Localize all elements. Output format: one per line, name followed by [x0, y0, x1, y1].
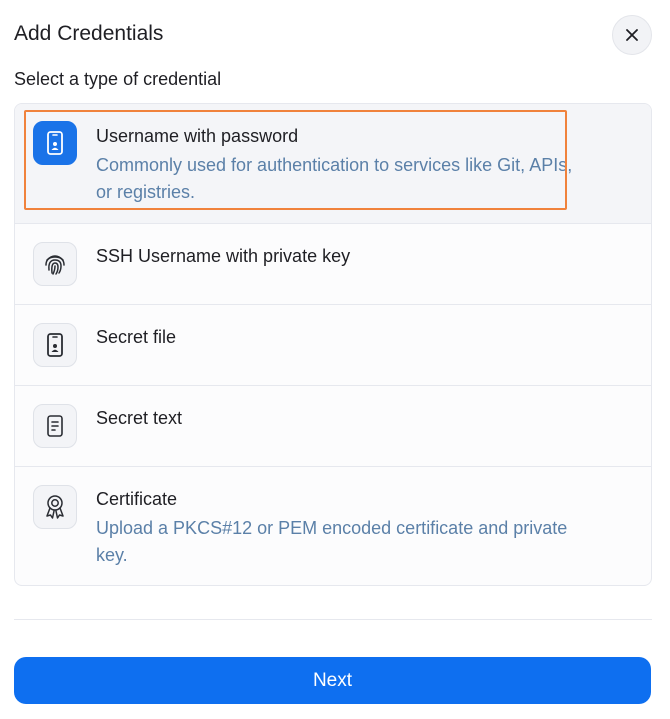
close-button[interactable] [612, 15, 652, 55]
fingerprint-icon [33, 242, 77, 286]
item-description: Commonly used for authentication to serv… [96, 155, 573, 202]
item-title: Certificate [96, 489, 178, 509]
credential-type-ssh-key[interactable]: SSH Username with private key [15, 224, 651, 305]
item-title: Username with password [96, 126, 299, 146]
dialog-title: Add Credentials [14, 22, 164, 45]
item-title: Secret text [96, 408, 183, 428]
footer-divider [14, 619, 652, 620]
credential-type-certificate[interactable]: Certificate Upload a PKCS#12 or PEM enco… [15, 467, 651, 585]
credential-type-secret-text[interactable]: Secret text [15, 386, 651, 467]
item-title: SSH Username with private key [96, 246, 351, 266]
phone-user-icon [33, 121, 77, 165]
dialog-subtitle: Select a type of credential [14, 69, 222, 89]
credential-type-secret-file[interactable]: Secret file [15, 305, 651, 386]
phone-user-icon [33, 323, 77, 367]
document-icon [33, 404, 77, 448]
close-icon [626, 29, 638, 41]
credential-type-username-password[interactable]: Username with password Commonly used for… [15, 104, 651, 224]
next-button[interactable]: Next [14, 657, 651, 704]
add-credentials-dialog: Add Credentials Select a type of credent… [0, 0, 670, 719]
credential-type-list: Username with password Commonly used for… [14, 103, 652, 586]
item-title: Secret file [96, 327, 177, 347]
certificate-badge-icon [33, 485, 77, 529]
item-description: Upload a PKCS#12 or PEM encoded certific… [96, 518, 568, 565]
